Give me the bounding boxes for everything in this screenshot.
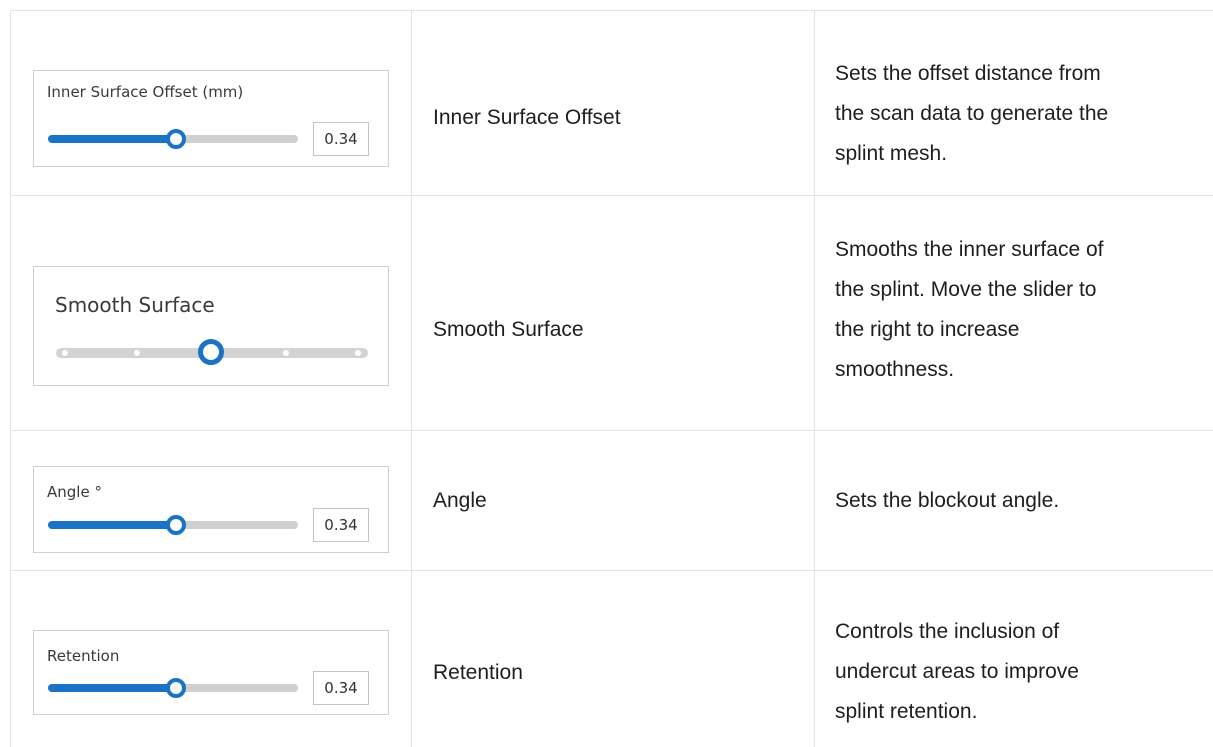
widget-label: Smooth Surface [55,293,215,317]
row-divider [10,430,1213,431]
slider-fill [48,135,174,143]
row-description: Sets the offset distance from the scan d… [835,62,1109,165]
retention-slider[interactable] [48,678,298,698]
slider-handle[interactable] [166,129,186,149]
slider-handle[interactable] [166,515,186,535]
slider-step-dot [62,350,68,356]
table-border-top [10,10,1213,11]
column-divider [411,10,412,747]
widget-label: Retention [47,647,120,665]
retention-value-field[interactable]: 0.34 [313,671,369,705]
column-divider [10,10,11,747]
inner-surface-offset-widget: Inner Surface Offset (mm) 0.34 [33,70,389,167]
row-description: Sets the blockout angle. [835,489,1060,512]
slider-fill [48,521,174,529]
row-name: Smooth Surface [433,318,584,341]
angle-slider[interactable] [48,515,298,535]
inner-surface-offset-slider[interactable] [48,129,298,149]
slider-step-dot [283,350,289,356]
slider-fill [48,684,174,692]
row-name: Inner Surface Offset [433,106,621,129]
row-divider [10,570,1213,571]
column-divider [814,10,815,747]
slider-handle[interactable] [166,678,186,698]
inner-surface-offset-value-field[interactable]: 0.34 [313,122,369,156]
widget-label: Angle ° [47,483,102,501]
smooth-surface-widget: Smooth Surface [33,266,389,386]
slider-step-dot [134,350,140,356]
smooth-surface-slider[interactable] [56,339,368,365]
widget-label: Inner Surface Offset (mm) [47,83,244,101]
row-description: Smooths the inner surface of the splint.… [835,238,1104,381]
row-description: Controls the inclusion of undercut areas… [835,620,1079,723]
row-divider [10,195,1213,196]
row-name: Retention [433,661,523,684]
angle-widget: Angle ° 0.34 [33,466,389,553]
slider-step-dot [355,350,361,356]
row-name: Angle [433,489,487,512]
retention-widget: Retention 0.34 [33,630,389,715]
angle-value-field[interactable]: 0.34 [313,508,369,542]
slider-handle[interactable] [198,339,224,365]
